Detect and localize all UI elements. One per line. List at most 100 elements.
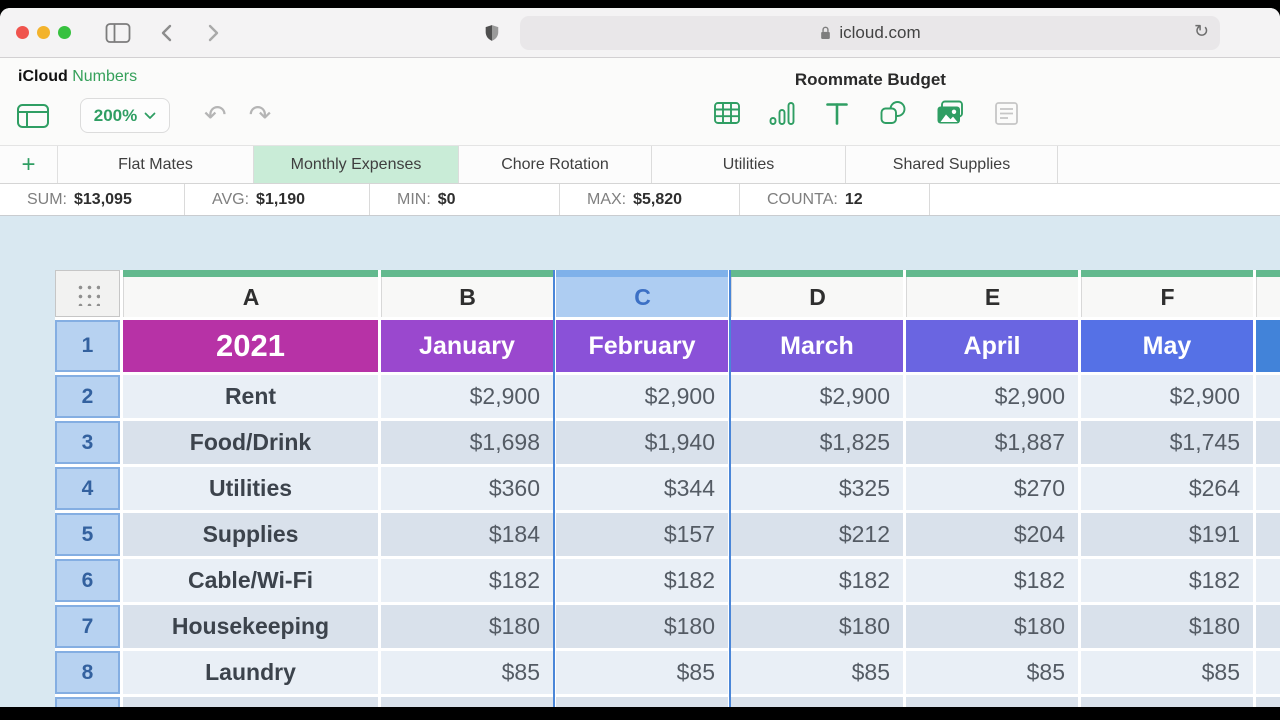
cell[interactable] <box>1256 421 1280 464</box>
cell[interactable]: April <box>906 320 1078 372</box>
cell[interactable]: Supplies <box>123 513 378 556</box>
cell[interactable] <box>1256 697 1280 707</box>
privacy-shield-icon[interactable] <box>482 21 502 45</box>
cell[interactable]: $1,698 <box>381 421 553 464</box>
reload-button[interactable]: ↻ <box>1194 21 1209 42</box>
cell[interactable]: $85 <box>731 651 903 694</box>
cell[interactable] <box>1256 513 1280 556</box>
cell[interactable]: $212 <box>731 513 903 556</box>
cell[interactable]: $191 <box>1081 513 1253 556</box>
cell[interactable]: $182 <box>381 559 553 602</box>
insert-shape-icon[interactable] <box>877 98 909 128</box>
tab-monthly-expenses[interactable]: Monthly Expenses <box>254 146 459 183</box>
cell[interactable]: $180 <box>731 605 903 648</box>
insert-media-icon[interactable] <box>934 98 966 128</box>
cell[interactable]: $40 <box>731 697 903 707</box>
row-number[interactable]: 7 <box>55 605 120 648</box>
zoom-window-button[interactable] <box>58 26 71 39</box>
insert-chart-icon[interactable] <box>767 98 797 128</box>
cell[interactable]: February <box>556 320 728 372</box>
row-number[interactable]: 2 <box>55 375 120 418</box>
column-header-E[interactable]: E <box>906 270 1078 317</box>
cell[interactable]: $0 <box>556 697 728 707</box>
cell[interactable]: March <box>731 320 903 372</box>
cell[interactable]: $184 <box>381 513 553 556</box>
cell[interactable]: $264 <box>1081 467 1253 510</box>
row-number[interactable]: 4 <box>55 467 120 510</box>
cell[interactable]: $85 <box>906 651 1078 694</box>
column-header-F[interactable]: F <box>1081 270 1253 317</box>
cell[interactable]: $1,887 <box>906 421 1078 464</box>
add-sheet-button[interactable]: + <box>0 146 58 183</box>
cell[interactable]: $85 <box>556 651 728 694</box>
cell[interactable]: $1,940 <box>556 421 728 464</box>
cell[interactable]: Food/Drink <box>123 421 378 464</box>
tab-utilities[interactable]: Utilities <box>652 146 846 183</box>
row-number[interactable]: 8 <box>55 651 120 694</box>
cell[interactable] <box>1256 320 1280 372</box>
cell[interactable]: Cable/Wi-Fi <box>123 559 378 602</box>
cell[interactable]: $180 <box>906 605 1078 648</box>
address-bar[interactable]: icloud.com ↻ <box>520 16 1220 50</box>
redo-button[interactable]: ↷ <box>249 102 272 129</box>
cell[interactable] <box>1256 605 1280 648</box>
insert-table-icon[interactable] <box>712 98 742 128</box>
cell[interactable]: $270 <box>906 467 1078 510</box>
column-header-D[interactable]: D <box>731 270 903 317</box>
cell[interactable]: $85 <box>1081 651 1253 694</box>
cell[interactable]: $2,900 <box>731 375 903 418</box>
cell[interactable]: $360 <box>381 467 553 510</box>
undo-button[interactable]: ↶ <box>204 102 227 129</box>
row-number[interactable]: 6 <box>55 559 120 602</box>
cell[interactable]: $180 <box>381 605 553 648</box>
cell[interactable]: 2021 <box>123 320 378 372</box>
cell[interactable]: $2,900 <box>1081 375 1253 418</box>
cell[interactable]: $2,900 <box>906 375 1078 418</box>
sidebar-toggle-icon[interactable] <box>105 22 131 44</box>
cell[interactable]: $157 <box>556 513 728 556</box>
cell[interactable]: May <box>1081 320 1253 372</box>
zoom-select[interactable]: 200% <box>80 98 170 133</box>
view-icon[interactable] <box>16 101 50 131</box>
cell[interactable] <box>1256 651 1280 694</box>
tab-chore-rotation[interactable]: Chore Rotation <box>459 146 652 183</box>
cell[interactable]: $0 <box>381 697 553 707</box>
cell[interactable]: $1,745 <box>1081 421 1253 464</box>
cell[interactable]: Laundry <box>123 651 378 694</box>
back-button[interactable] <box>157 22 177 44</box>
cell[interactable]: Utilities <box>123 467 378 510</box>
column-header-partial[interactable] <box>1256 270 1280 317</box>
cell[interactable]: $2,900 <box>556 375 728 418</box>
row-number[interactable]: 1 <box>55 320 120 372</box>
column-header-A[interactable]: A <box>123 270 378 317</box>
cell[interactable]: $85 <box>381 651 553 694</box>
cell[interactable]: Lawn Care <box>123 697 378 707</box>
column-header-B[interactable]: B <box>381 270 553 317</box>
cell[interactable]: $344 <box>556 467 728 510</box>
comment-icon[interactable] <box>991 98 1021 128</box>
cell[interactable]: January <box>381 320 553 372</box>
table-handle[interactable] <box>55 270 120 317</box>
cell[interactable] <box>1256 467 1280 510</box>
cell[interactable]: $1,825 <box>731 421 903 464</box>
cell[interactable]: Rent <box>123 375 378 418</box>
cell[interactable]: $182 <box>1081 559 1253 602</box>
cell[interactable]: $182 <box>906 559 1078 602</box>
cell[interactable]: $2,900 <box>381 375 553 418</box>
cell[interactable]: $325 <box>731 467 903 510</box>
forward-button[interactable] <box>203 22 223 44</box>
cell[interactable]: $80 <box>1081 697 1253 707</box>
minimize-window-button[interactable] <box>37 26 50 39</box>
cell[interactable]: $180 <box>556 605 728 648</box>
column-header-C[interactable]: C <box>556 270 728 317</box>
sheet-canvas[interactable]: ABCDEF 12021JanuaryFebruaryMarchAprilMay 2… <box>0 216 1280 707</box>
insert-text-icon[interactable] <box>822 98 852 128</box>
tab-flat-mates[interactable]: Flat Mates <box>58 146 254 183</box>
cell[interactable] <box>1256 559 1280 602</box>
cell[interactable]: $204 <box>906 513 1078 556</box>
cell[interactable]: Housekeeping <box>123 605 378 648</box>
tab-shared-supplies[interactable]: Shared Supplies <box>846 146 1058 183</box>
row-number[interactable]: 3 <box>55 421 120 464</box>
cell[interactable]: $180 <box>1081 605 1253 648</box>
close-window-button[interactable] <box>16 26 29 39</box>
